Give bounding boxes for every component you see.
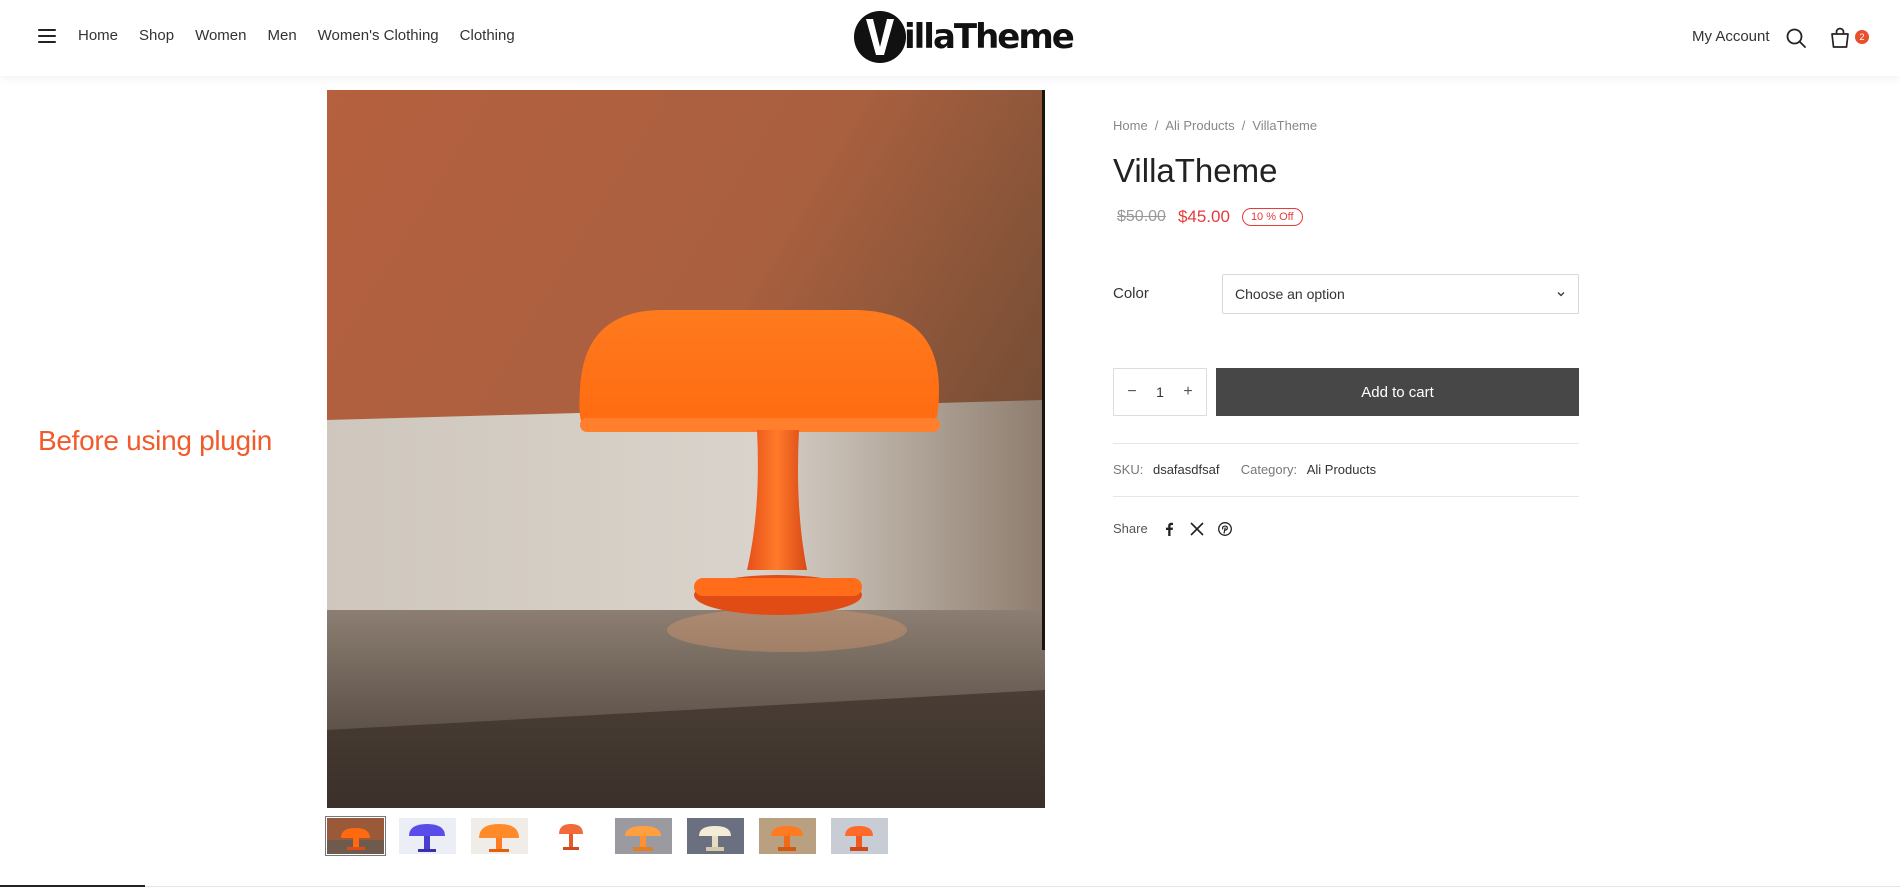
site-logo[interactable]: illaTheme (854, 10, 1075, 64)
quantity-stepper: − 1 + (1113, 368, 1207, 416)
color-select-value: Choose an option (1235, 286, 1345, 302)
nav-men[interactable]: Men (267, 27, 296, 44)
sku-label: SKU: (1113, 462, 1144, 477)
main-nav: Home Shop Women Men Women's Clothing Clo… (78, 27, 536, 44)
before-plugin-label: Before using plugin (38, 425, 273, 456)
price-row: $50.00 $45.00 10 % Off (1117, 207, 1303, 227)
nav-shop[interactable]: Shop (139, 27, 174, 44)
facebook-icon[interactable] (1162, 522, 1176, 536)
x-twitter-icon[interactable] (1190, 521, 1204, 536)
divider (1113, 496, 1579, 497)
breadcrumb-separator: / (1154, 118, 1159, 133)
thumbnail[interactable] (471, 818, 528, 854)
pinterest-icon[interactable] (1217, 521, 1232, 536)
product-main-image[interactable] (327, 90, 1045, 808)
thumbnail[interactable] (543, 818, 600, 854)
share-label: Share (1113, 521, 1148, 536)
thumbnail[interactable] (615, 818, 672, 854)
quantity-minus-button[interactable]: − (1124, 384, 1140, 400)
category-label: Category: (1240, 462, 1298, 477)
chevron-down-icon (1557, 292, 1565, 297)
bottom-border (0, 886, 1900, 887)
breadcrumb-ali-products[interactable]: Ali Products (1165, 118, 1234, 133)
quantity-input[interactable]: 1 (1148, 384, 1172, 400)
scroll-indicator (0, 885, 145, 887)
thumbnail[interactable] (325, 816, 386, 856)
color-select[interactable]: Choose an option (1222, 274, 1579, 314)
cart-icon[interactable] (1828, 26, 1852, 50)
cart-count-badge: 2 (1855, 30, 1869, 44)
color-label: Color (1113, 285, 1149, 302)
thumbnail[interactable] (687, 818, 744, 854)
quantity-plus-button[interactable]: + (1180, 384, 1196, 400)
my-account-link[interactable]: My Account (1692, 28, 1770, 45)
search-icon[interactable] (1785, 27, 1807, 49)
logo-text: illaTheme (904, 17, 1075, 57)
thumbnail-strip (325, 816, 903, 856)
logo-mark (854, 11, 906, 63)
nav-clothing[interactable]: Clothing (460, 27, 515, 44)
regular-price: $50.00 (1117, 208, 1166, 225)
share-row: Share (1113, 521, 1232, 536)
thumbnail[interactable] (399, 818, 456, 854)
add-to-cart-button[interactable]: Add to cart (1216, 368, 1579, 416)
breadcrumb-current: VillaTheme (1252, 118, 1318, 133)
nav-home[interactable]: Home (78, 27, 118, 44)
breadcrumb-separator: / (1241, 118, 1246, 133)
breadcrumb: Home / Ali Products / VillaTheme (1113, 118, 1317, 133)
nav-womens-clothing[interactable]: Women's Clothing (318, 27, 439, 44)
category-link[interactable]: Ali Products (1307, 462, 1376, 477)
sale-price: $45.00 (1177, 207, 1230, 226)
site-header: Home Shop Women Men Women's Clothing Clo… (0, 0, 1900, 76)
breadcrumb-home[interactable]: Home (1113, 118, 1148, 133)
divider (1113, 443, 1579, 444)
menu-icon[interactable] (38, 29, 56, 43)
product-meta: SKU: dsafasdfsaf Category: Ali Products (1113, 462, 1376, 477)
nav-women[interactable]: Women (195, 27, 246, 44)
thumbnail[interactable] (831, 818, 888, 854)
thumbnail[interactable] (759, 818, 816, 854)
discount-badge: 10 % Off (1241, 208, 1303, 226)
product-title: VillaTheme (1113, 152, 1278, 189)
sku-value: dsafasdfsaf (1152, 462, 1220, 477)
